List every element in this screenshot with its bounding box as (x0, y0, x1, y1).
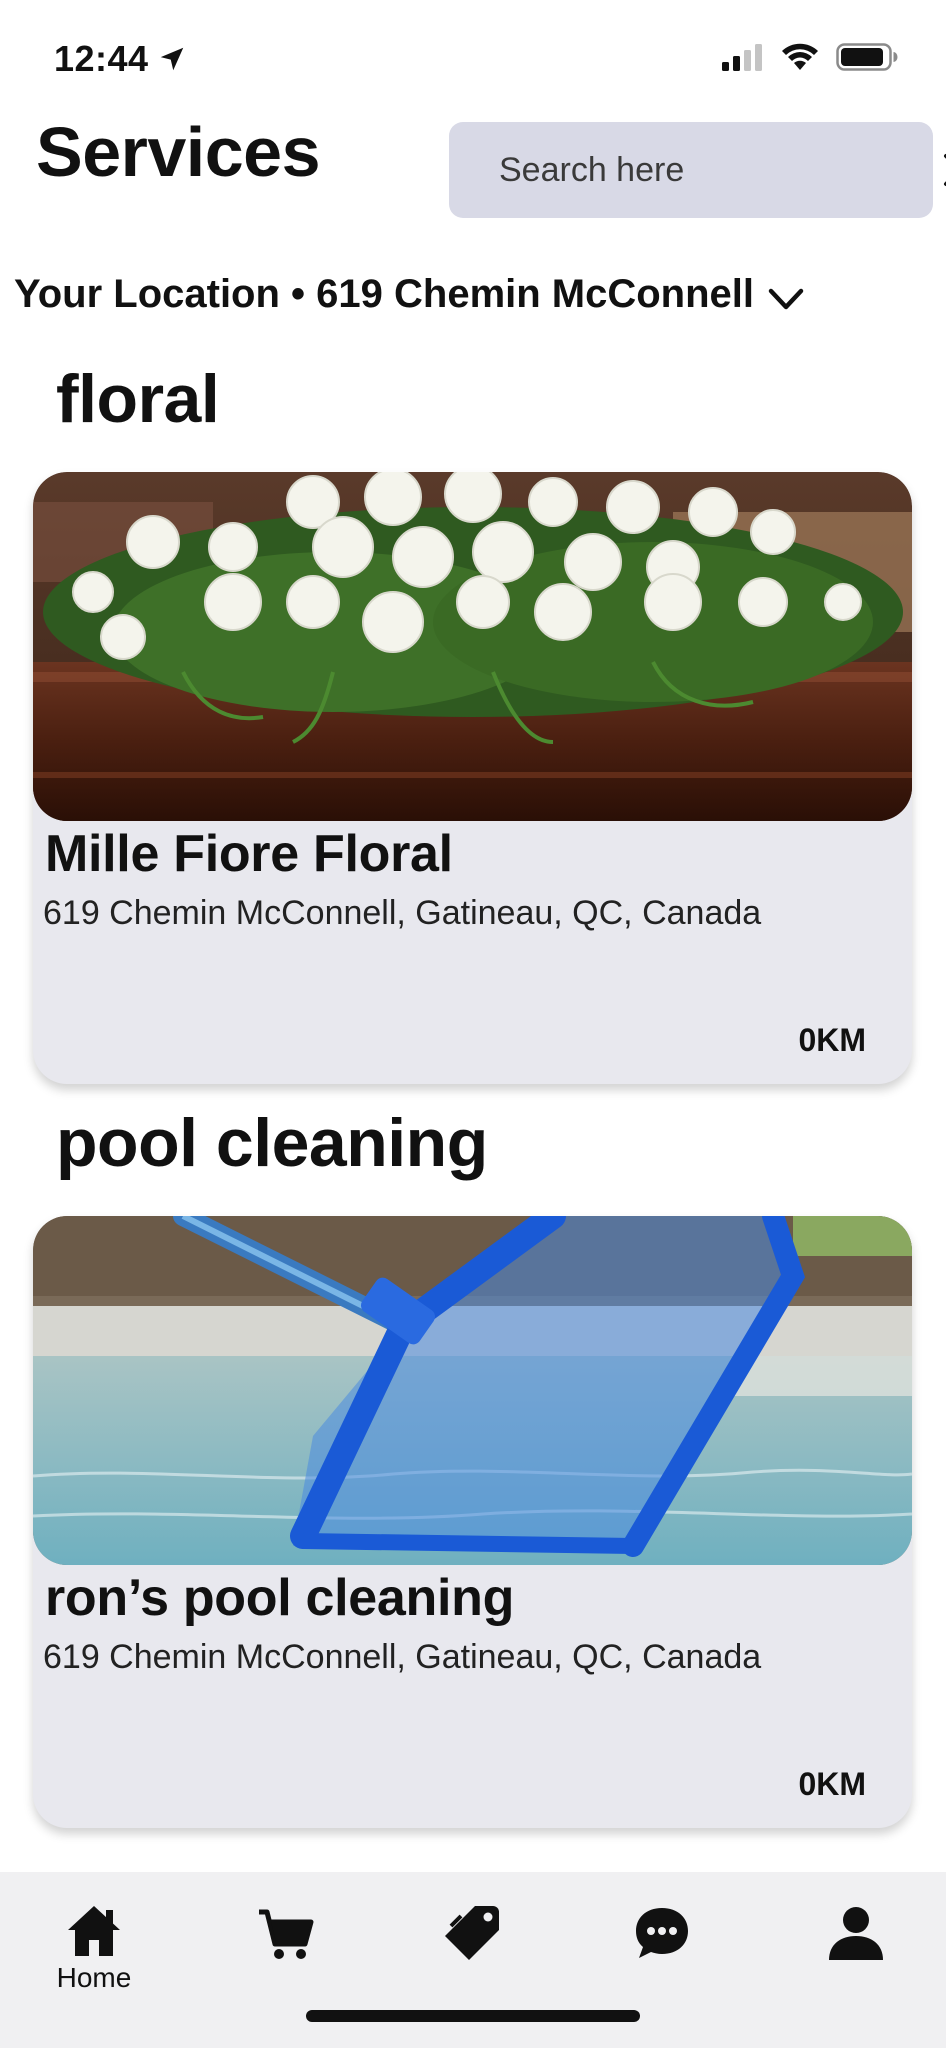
service-address: 619 Chemin McConnell, Gatineau, QC, Cana… (43, 1638, 762, 1676)
search-bar[interactable] (449, 122, 946, 218)
service-address: 619 Chemin McConnell, Gatineau, QC, Cana… (43, 894, 762, 932)
service-distance: 0KM (798, 1022, 866, 1058)
cart-icon (259, 1909, 314, 1959)
home-indicator (306, 2010, 640, 2022)
status-icons (720, 42, 898, 72)
page-title: Services (36, 113, 321, 191)
home-icon (68, 1906, 120, 1956)
status-time: 12:44 (54, 38, 187, 80)
service-name: ron’s pool cleaning (45, 1569, 515, 1627)
location-arrow-icon (160, 47, 183, 71)
tab-cart[interactable] (236, 1908, 336, 2008)
battery-icon (836, 43, 898, 71)
section-title-pool-cleaning: pool cleaning (56, 1105, 488, 1181)
tag-icon (445, 1906, 499, 1960)
service-image-floral (33, 472, 912, 821)
status-bar: 12:44 (0, 0, 946, 110)
tab-messages[interactable] (612, 1904, 712, 2004)
location-selector[interactable]: Your Location • 619 Chemin McConnell (14, 272, 806, 317)
service-name: Mille Fiore Floral (45, 825, 453, 883)
chat-bubble-icon (636, 1908, 688, 1958)
search-input[interactable] (499, 150, 942, 190)
clear-search-button[interactable] (942, 145, 946, 195)
tab-deals[interactable] (422, 1902, 522, 2002)
service-card[interactable]: ron’s pool cleaning 619 Chemin McConnell… (33, 1216, 912, 1828)
status-time-text: 12:44 (54, 38, 149, 79)
close-icon (944, 154, 946, 186)
tab-home[interactable]: Home (44, 1902, 144, 2002)
chevron-down-icon (768, 288, 804, 309)
cellular-signal-icon (722, 44, 762, 71)
tab-home-label: Home (56, 1962, 132, 1993)
service-card[interactable]: Mille Fiore Floral 619 Chemin McConnell,… (33, 472, 912, 1084)
tab-profile[interactable] (806, 1904, 906, 2004)
service-image-pool-cleaning (33, 1216, 912, 1565)
location-text: Your Location • 619 Chemin McConnell (14, 272, 755, 316)
service-distance: 0KM (798, 1766, 866, 1802)
wifi-icon (782, 43, 818, 70)
profile-icon (829, 1907, 883, 1960)
section-title-floral: floral (56, 361, 220, 437)
